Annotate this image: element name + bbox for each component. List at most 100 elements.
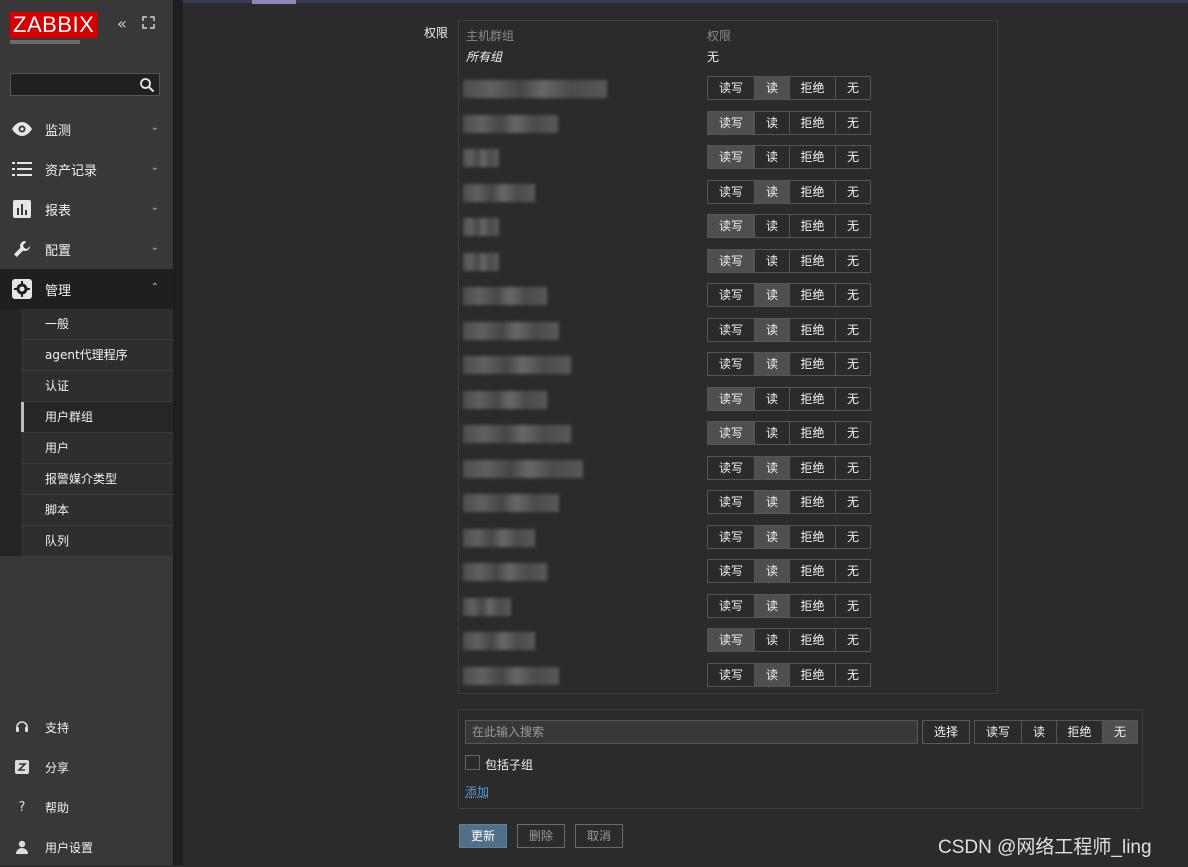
- perm-option-read[interactable]: 读: [755, 491, 790, 513]
- perm-option-read-write[interactable]: 读写: [708, 111, 755, 134]
- perm-option-read-write[interactable]: 读写: [708, 560, 755, 582]
- perm-option-deny[interactable]: 拒绝: [790, 387, 836, 410]
- menu-configuration[interactable]: 配置 ⌄: [0, 229, 173, 269]
- perm-option-read-write[interactable]: 读写: [708, 284, 755, 306]
- update-button[interactable]: 更新: [459, 824, 507, 848]
- perm-option-read[interactable]: 读: [755, 387, 790, 410]
- submenu-media-types[interactable]: 报警媒介类型: [21, 464, 173, 495]
- perm-option-read-write[interactable]: 读写: [708, 249, 755, 272]
- submenu-authentication[interactable]: 认证: [21, 371, 173, 402]
- perm-option-deny[interactable]: 拒绝: [790, 629, 836, 651]
- perm-option-read-write[interactable]: 读写: [708, 353, 755, 375]
- perm-option-read[interactable]: 读: [755, 456, 790, 479]
- logo[interactable]: ZABBIX: [10, 12, 98, 44]
- menu-reports[interactable]: 报表 ⌄: [0, 189, 173, 229]
- perm-option-read-write[interactable]: 读写: [708, 318, 755, 341]
- menu-help[interactable]: ? 帮助: [0, 787, 173, 827]
- perm-option-read-write[interactable]: 读写: [975, 721, 1022, 743]
- perm-option-read-write[interactable]: 读写: [708, 594, 755, 617]
- perm-option-read[interactable]: 读: [755, 146, 790, 168]
- perm-option-none[interactable]: 无: [836, 491, 870, 513]
- menu-administration[interactable]: 管理 ⌃: [0, 269, 173, 309]
- perm-option-read-write[interactable]: 读写: [708, 215, 755, 237]
- perm-option-none[interactable]: 无: [836, 111, 870, 134]
- submenu-queue[interactable]: 队列: [21, 526, 173, 557]
- perm-option-read[interactable]: 读: [1022, 721, 1057, 743]
- submenu-agent-proxies[interactable]: agent代理程序: [21, 340, 173, 371]
- perm-option-none[interactable]: 无: [836, 456, 870, 479]
- perm-option-none[interactable]: 无: [836, 594, 870, 617]
- include-subgroups-checkbox[interactable]: [465, 755, 480, 770]
- perm-option-none[interactable]: 无: [836, 629, 870, 651]
- perm-option-read[interactable]: 读: [755, 663, 790, 686]
- perm-option-deny[interactable]: 拒绝: [790, 594, 836, 617]
- perm-option-none[interactable]: 无: [836, 249, 870, 272]
- cancel-button[interactable]: 取消: [575, 824, 623, 848]
- collapse-sidebar-icon[interactable]: «: [117, 16, 127, 32]
- perm-option-none[interactable]: 无: [836, 77, 870, 99]
- kiosk-mode-icon[interactable]: [142, 16, 155, 32]
- perm-option-deny[interactable]: 拒绝: [790, 353, 836, 375]
- perm-option-read-write[interactable]: 读写: [708, 77, 755, 99]
- perm-option-read[interactable]: 读: [755, 594, 790, 617]
- menu-monitoring[interactable]: 监测 ⌄: [0, 109, 173, 149]
- perm-option-read[interactable]: 读: [755, 353, 790, 375]
- perm-option-deny[interactable]: 拒绝: [790, 491, 836, 513]
- perm-option-deny[interactable]: 拒绝: [790, 560, 836, 582]
- perm-option-none[interactable]: 无: [836, 180, 870, 203]
- perm-option-none[interactable]: 无: [836, 422, 870, 444]
- add-link[interactable]: 添加: [465, 783, 489, 800]
- submenu-scripts[interactable]: 脚本: [21, 495, 173, 526]
- perm-option-deny[interactable]: 拒绝: [790, 111, 836, 134]
- perm-option-read[interactable]: 读: [755, 284, 790, 306]
- perm-option-read[interactable]: 读: [755, 249, 790, 272]
- delete-button[interactable]: 删除: [517, 824, 565, 848]
- menu-support[interactable]: 支持: [0, 707, 173, 747]
- perm-option-read[interactable]: 读: [755, 560, 790, 582]
- menu-inventory[interactable]: 资产记录 ⌄: [0, 149, 173, 189]
- perm-option-read[interactable]: 读: [755, 111, 790, 134]
- perm-option-deny[interactable]: 拒绝: [790, 663, 836, 686]
- submenu-general[interactable]: 一般: [21, 309, 173, 340]
- perm-option-none[interactable]: 无: [836, 353, 870, 375]
- perm-option-read[interactable]: 读: [755, 77, 790, 99]
- perm-option-none[interactable]: 无: [836, 663, 870, 686]
- perm-option-none[interactable]: 无: [836, 560, 870, 582]
- submenu-users[interactable]: 用户: [21, 433, 173, 464]
- perm-option-read-write[interactable]: 读写: [708, 146, 755, 168]
- submenu-user-groups[interactable]: 用户群组: [21, 402, 173, 433]
- perm-option-deny[interactable]: 拒绝: [790, 180, 836, 203]
- perm-option-read-write[interactable]: 读写: [708, 180, 755, 203]
- perm-option-read-write[interactable]: 读写: [708, 387, 755, 410]
- perm-option-none[interactable]: 无: [1103, 721, 1137, 743]
- select-button[interactable]: 选择: [922, 720, 970, 744]
- perm-option-deny[interactable]: 拒绝: [790, 215, 836, 237]
- perm-option-none[interactable]: 无: [836, 284, 870, 306]
- perm-option-read[interactable]: 读: [755, 215, 790, 237]
- perm-option-read-write[interactable]: 读写: [708, 629, 755, 651]
- perm-option-deny[interactable]: 拒绝: [790, 318, 836, 341]
- menu-share[interactable]: 分享: [0, 747, 173, 787]
- perm-option-none[interactable]: 无: [836, 215, 870, 237]
- active-tab-indicator[interactable]: [252, 0, 296, 4]
- perm-option-deny[interactable]: 拒绝: [790, 249, 836, 272]
- perm-option-none[interactable]: 无: [836, 387, 870, 410]
- perm-option-none[interactable]: 无: [836, 525, 870, 548]
- perm-option-deny[interactable]: 拒绝: [790, 146, 836, 168]
- perm-option-read[interactable]: 读: [755, 629, 790, 651]
- perm-option-read-write[interactable]: 读写: [708, 456, 755, 479]
- perm-option-deny[interactable]: 拒绝: [790, 77, 836, 99]
- perm-option-read[interactable]: 读: [755, 525, 790, 548]
- perm-option-deny[interactable]: 拒绝: [790, 422, 836, 444]
- perm-option-read-write[interactable]: 读写: [708, 491, 755, 513]
- perm-option-deny[interactable]: 拒绝: [790, 525, 836, 548]
- perm-option-none[interactable]: 无: [836, 318, 870, 341]
- perm-option-none[interactable]: 无: [836, 146, 870, 168]
- search-icon[interactable]: [139, 77, 155, 93]
- perm-option-deny[interactable]: 拒绝: [790, 284, 836, 306]
- perm-option-deny[interactable]: 拒绝: [790, 456, 836, 479]
- perm-option-read-write[interactable]: 读写: [708, 525, 755, 548]
- menu-user-settings[interactable]: 用户设置: [0, 827, 173, 867]
- sidebar-search-input[interactable]: [10, 73, 160, 96]
- perm-option-read[interactable]: 读: [755, 422, 790, 444]
